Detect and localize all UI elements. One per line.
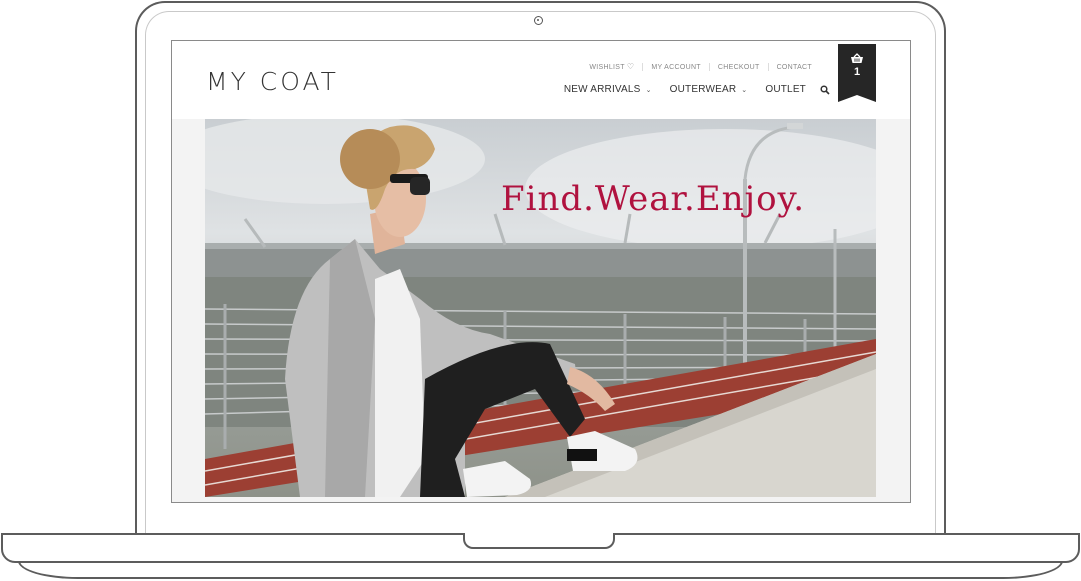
cart-count: 1 (853, 66, 861, 78)
utility-nav: WISHLIST ♡ MY ACCOUNT CHECKOUT CONTACT (581, 63, 820, 71)
contact-label: CONTACT (776, 63, 812, 71)
nav-label: OUTLET (765, 84, 806, 95)
camera-icon (534, 16, 543, 25)
checkout-link[interactable]: CHECKOUT (710, 64, 768, 71)
nav-item-outlet[interactable]: OUTLET (765, 84, 806, 95)
hero-photo (205, 119, 876, 497)
contact-link[interactable]: CONTACT (769, 64, 820, 71)
hero-banner[interactable]: Find.Wear.Enjoy. (205, 119, 876, 497)
chevron-down-icon: ⌄ (741, 86, 748, 94)
wishlist-label: WISHLIST (589, 63, 625, 71)
checkout-label: CHECKOUT (717, 63, 760, 71)
laptop-notch (463, 533, 615, 549)
nav-item-new-arrivals[interactable]: NEW ARRIVALS ⌄ (564, 84, 652, 95)
my-account-label: MY ACCOUNT (651, 63, 701, 71)
chevron-down-icon: ⌄ (645, 86, 652, 94)
basket-icon (838, 53, 876, 64)
main-nav: NEW ARRIVALS ⌄ OUTERWEAR ⌄ OUTLET (546, 84, 830, 95)
heart-icon: ♡ (626, 62, 635, 71)
nav-item-outerwear[interactable]: OUTERWEAR ⌄ (670, 84, 748, 95)
wishlist-link[interactable]: WISHLIST ♡ (581, 63, 642, 71)
nav-label: OUTERWEAR (669, 84, 737, 95)
laptop-base-bottom (18, 561, 1063, 579)
search-icon[interactable] (820, 84, 830, 95)
nav-label: NEW ARRIVALS (563, 84, 641, 95)
laptop-screen: MY COAT WISHLIST ♡ MY ACCOUNT CHECKOUT C… (171, 40, 911, 503)
cart-button[interactable]: 1 (838, 44, 876, 102)
hero-tagline: Find.Wear.Enjoy. (501, 179, 806, 219)
page-footer-strip (172, 497, 910, 502)
site-logo[interactable]: MY COAT (206, 67, 339, 96)
my-account-link[interactable]: MY ACCOUNT (643, 64, 709, 71)
site-header: MY COAT WISHLIST ♡ MY ACCOUNT CHECKOUT C… (172, 41, 910, 119)
